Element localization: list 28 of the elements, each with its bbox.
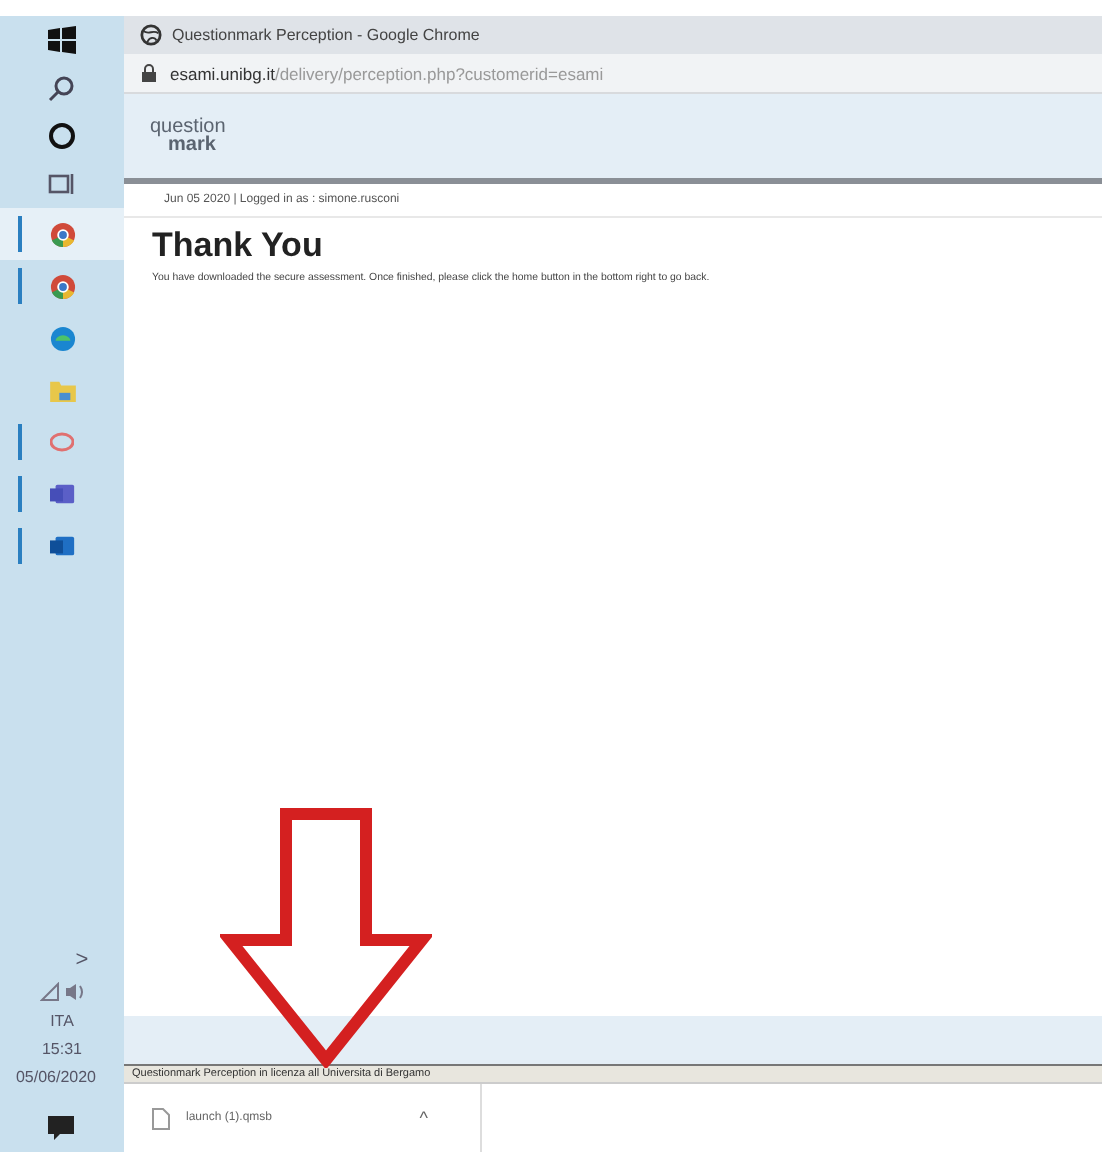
- language-indicator[interactable]: ITA: [50, 1012, 74, 1030]
- url-path: /delivery/perception.php?customerid=esami: [274, 63, 604, 83]
- notification-icon[interactable]: [48, 1116, 75, 1140]
- circle-icon[interactable]: [48, 122, 76, 150]
- windows-icon[interactable]: [48, 26, 76, 54]
- address-bar[interactable]: esami.unibg.it/delivery/perception.php?customerid=esami: [124, 54, 1102, 94]
- logo-text: question: [150, 118, 226, 136]
- logo-text: mark: [168, 136, 216, 154]
- url-host: esami.unibg.it: [170, 63, 275, 83]
- search-icon[interactable]: [48, 74, 76, 102]
- file-icon: [152, 1107, 170, 1129]
- app-icon: [50, 432, 74, 452]
- folder-icon: [49, 379, 75, 401]
- task-view-icon[interactable]: [48, 172, 76, 196]
- page-heading: Thank You: [152, 226, 325, 266]
- browser-icon: [49, 273, 75, 299]
- clock-time[interactable]: 15:31: [41, 1040, 82, 1058]
- team-icon: [49, 482, 75, 506]
- clock-date[interactable]: 05/06/2020: [15, 1068, 97, 1086]
- lock-icon: [142, 64, 156, 82]
- browser-icon: [49, 221, 75, 247]
- mail-icon: [49, 534, 75, 558]
- taskbar-app-button[interactable]: [0, 208, 124, 260]
- browser-icon: [49, 325, 75, 351]
- show-hidden-icons-button[interactable]: >: [75, 948, 89, 972]
- globe-icon: [140, 24, 162, 46]
- window-title: Questionmark Perception - Google Chrome: [172, 26, 480, 44]
- network-volume-icon[interactable]: [39, 982, 84, 1002]
